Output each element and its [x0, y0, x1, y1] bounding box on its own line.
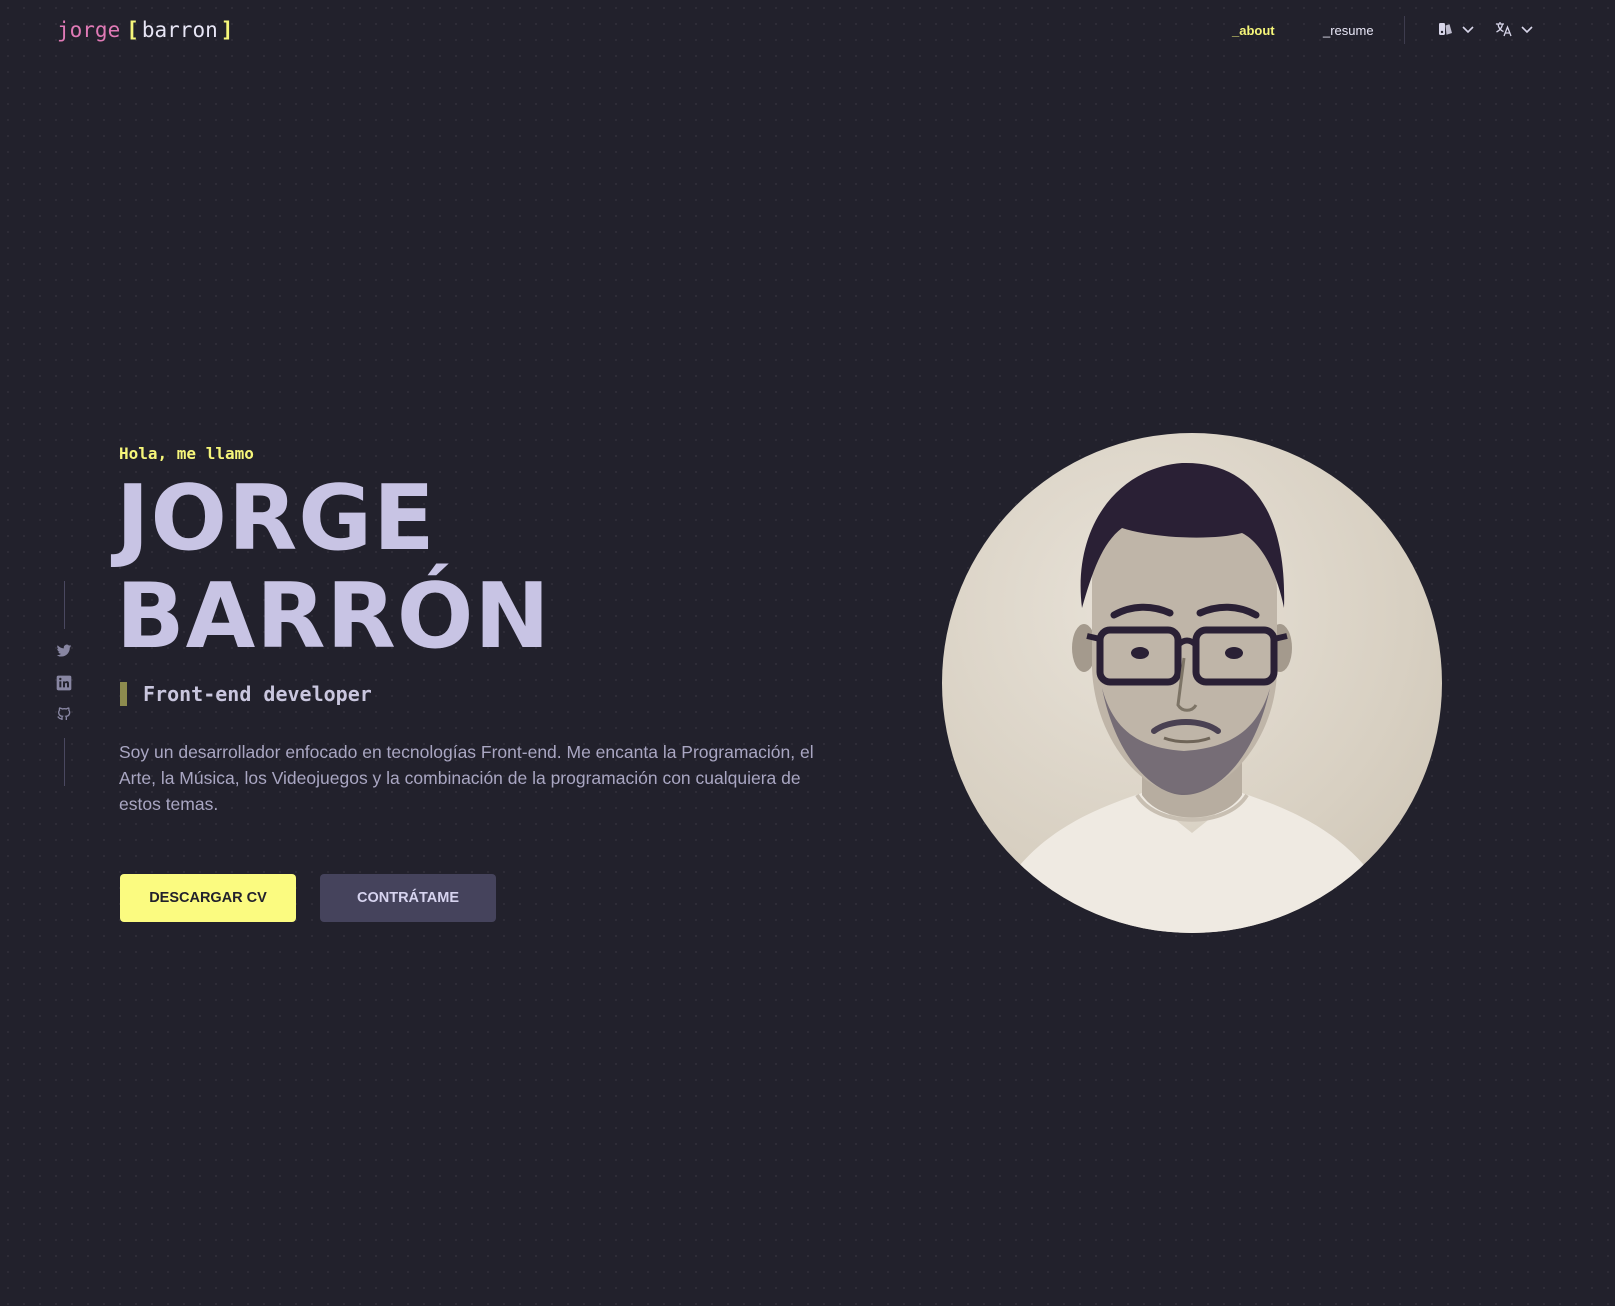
social-rail-line-bottom: [64, 738, 65, 786]
page: jorge[barron] _about _resume Hola, me ll…: [0, 0, 1615, 1306]
chevron-down-icon: [1520, 22, 1534, 41]
hero-name-line2: BARRÓN: [116, 564, 551, 669]
social-rail-line-top: [64, 581, 65, 629]
chevron-down-icon: [1461, 22, 1475, 41]
nav-link-about[interactable]: _about: [1232, 20, 1275, 42]
download-cv-button[interactable]: DESCARGAR CV: [120, 874, 296, 922]
twitter-icon[interactable]: [56, 643, 72, 659]
site-logo[interactable]: jorge[barron]: [57, 14, 233, 46]
greeting-text: Hola, me llamo: [119, 444, 254, 463]
logo-first-name: jorge: [57, 18, 121, 42]
theme-palette-icon: [1438, 21, 1454, 42]
hero-name-line1: JORGE: [116, 466, 436, 571]
bio-paragraph: Soy un desarrollador enfocado en tecnolo…: [119, 742, 814, 814]
language-dropdown[interactable]: [1495, 19, 1534, 43]
logo-bracket-close: ]: [220, 18, 234, 42]
logo-bracket-open: [: [126, 18, 139, 42]
role-accent-bar: [120, 682, 127, 706]
translate-icon: [1495, 21, 1513, 42]
hero-name: JORGE BARRÓN: [116, 470, 551, 666]
linkedin-icon[interactable]: [56, 675, 72, 691]
theme-dropdown[interactable]: [1438, 19, 1475, 43]
logo-last-name: barron: [141, 18, 218, 42]
hire-me-button[interactable]: CONTRÁTAME: [320, 874, 496, 922]
role-title: Front-end developer: [143, 682, 372, 706]
nav-divider: [1404, 16, 1405, 44]
profile-photo: [942, 433, 1442, 933]
nav-link-resume[interactable]: _resume: [1323, 20, 1374, 42]
github-icon[interactable]: [56, 706, 72, 722]
